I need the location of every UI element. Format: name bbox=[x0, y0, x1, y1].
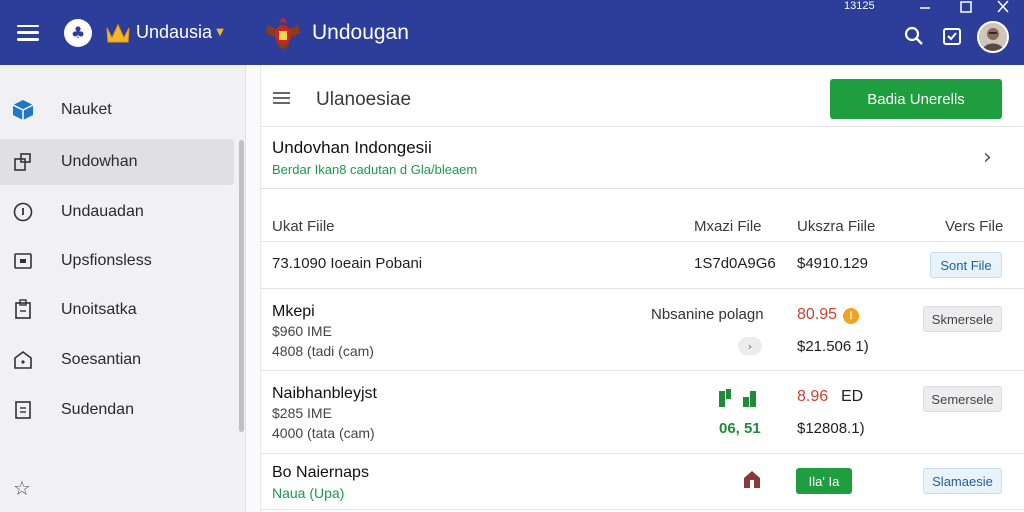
primary-action-button[interactable]: Badia Unerells bbox=[830, 79, 1002, 119]
row-unit: ED bbox=[841, 388, 864, 405]
building-icon bbox=[744, 471, 760, 488]
row-total: $12808.1) bbox=[797, 420, 865, 437]
card-header: Ulanoesiae Badia Unerells bbox=[261, 65, 1024, 127]
table-row[interactable]: 73.1090 Ioeain Pobani 1S7d0A9G6 $4910.12… bbox=[261, 243, 1024, 289]
user-avatar[interactable] bbox=[977, 21, 1009, 53]
sidebar-item-upsfionsless[interactable]: Upsfionsless bbox=[0, 238, 234, 284]
row-col2: Nbsanine polagn bbox=[651, 306, 764, 323]
banner-subtitle: Berdar Ikan8 cadutan d Gla/bleaem bbox=[272, 162, 478, 177]
row-name: Mkepi bbox=[272, 303, 315, 320]
sidebar-item-label: Undauadan bbox=[61, 203, 144, 220]
column-header[interactable]: Vers File bbox=[945, 218, 1003, 235]
inbox-icon[interactable] bbox=[941, 25, 963, 47]
app-name[interactable]: Undausia bbox=[136, 22, 212, 43]
content-card: Ulanoesiae Badia Unerells Undovhan Indon… bbox=[260, 65, 1024, 512]
row-action-button[interactable]: Sont File bbox=[930, 252, 1002, 278]
screen-icon bbox=[11, 249, 35, 273]
table-row[interactable]: Naibhanbleyjst $285 IME 4000 (tata (cam)… bbox=[261, 371, 1024, 454]
app-switcher-caret-icon[interactable]: ▼ bbox=[216, 27, 224, 38]
row-action-button[interactable]: Slamaesie bbox=[923, 468, 1002, 494]
sidebar-item-undauadan[interactable]: Undauadan bbox=[0, 189, 234, 235]
sidebar-item-unoitsatka[interactable]: Unoitsatka bbox=[0, 287, 234, 333]
row-price-sub: $285 IME bbox=[272, 405, 332, 421]
app-brand-area: ♣ Undausia ▼ bbox=[0, 0, 246, 65]
table-row[interactable]: Mkepi $960 IME 4808 (tadi (cam) Nbsanine… bbox=[261, 289, 1024, 371]
maximize-icon[interactable] bbox=[958, 0, 974, 14]
device-icon bbox=[11, 298, 35, 322]
sidebar-item-sudendan[interactable]: Sudendan bbox=[0, 387, 234, 433]
sidebar-item-label: Unoitsatka bbox=[61, 301, 137, 318]
chart-bars-icon bbox=[719, 389, 756, 407]
status-badge: Ila' Ia bbox=[796, 468, 852, 494]
table-row[interactable]: Bo Naiernaps Naua (Upa) Ila' Ia Slamaesi… bbox=[261, 454, 1024, 510]
row-name: 73.1090 Ioeain Pobani bbox=[272, 255, 423, 272]
banner-title: Undovhan Indongesii bbox=[272, 138, 432, 157]
sidebar-item-undowhan[interactable]: Undowhan bbox=[0, 139, 234, 185]
expand-chevron-icon[interactable]: › bbox=[738, 337, 762, 355]
sidebar-item-label: Undowhan bbox=[61, 153, 138, 170]
top-app-bar: ♣ Undausia ▼ Undougan 13125 bbox=[0, 0, 1024, 65]
row-price: $4910.129 bbox=[797, 255, 868, 272]
warning-icon: ! bbox=[843, 308, 859, 324]
row-action-button[interactable]: Semersele bbox=[923, 386, 1002, 412]
row-detail: 4808 (tadi (cam) bbox=[272, 343, 374, 359]
row-price: 8.96 bbox=[797, 388, 829, 405]
sidebar-item-soesantian[interactable]: Soesantian bbox=[0, 337, 234, 383]
row-detail: Naua (Upa) bbox=[272, 485, 345, 501]
row-price: 80.95 bbox=[797, 306, 838, 323]
page-title: Undougan bbox=[312, 20, 409, 44]
star-icon[interactable]: ☆ bbox=[13, 476, 31, 500]
section-title: Ulanoesiae bbox=[316, 89, 412, 110]
table-header: Ukat Fiile Mxazi File Ukszra Fiile Vers … bbox=[261, 210, 1024, 242]
column-header[interactable]: Ukat Fiile bbox=[272, 218, 335, 235]
row-col2: 1S7d0A9G6 bbox=[694, 255, 776, 272]
search-icon[interactable] bbox=[903, 25, 925, 47]
close-icon[interactable] bbox=[995, 0, 1011, 14]
row-detail: 4000 (tata (cam) bbox=[272, 425, 375, 441]
row-action-button[interactable]: Skmersele bbox=[923, 306, 1002, 332]
row-total: $21.506 1) bbox=[797, 338, 869, 355]
clock-readout: 13125 bbox=[844, 0, 875, 12]
banner-link[interactable]: Undovhan Indongesii Berdar Ikan8 cadutan… bbox=[261, 127, 1024, 189]
sidebar-item-label: Upsfionsless bbox=[61, 252, 152, 269]
house-icon bbox=[11, 348, 35, 372]
minimize-icon[interactable] bbox=[917, 0, 933, 14]
club-icon[interactable]: ♣ bbox=[64, 18, 92, 47]
column-header[interactable]: Mxazi File bbox=[694, 218, 762, 235]
row-col2: 06, 51 bbox=[719, 420, 761, 437]
row-name: Naibhanbleyjst bbox=[272, 385, 377, 402]
main-content: Ulanoesiae Badia Unerells Undovhan Indon… bbox=[246, 65, 1024, 512]
sidebar-item-label: Nauket bbox=[61, 101, 112, 118]
list-menu-icon[interactable] bbox=[273, 92, 290, 104]
list-icon bbox=[11, 398, 35, 422]
crown-logo-icon bbox=[106, 23, 130, 42]
hamburger-menu-icon[interactable] bbox=[17, 24, 39, 41]
cube-icon bbox=[11, 98, 35, 122]
sidebar-item-nauket[interactable]: Nauket bbox=[0, 87, 234, 133]
sidebar-item-label: Sudendan bbox=[61, 401, 134, 418]
chevron-right-icon: › bbox=[983, 145, 992, 170]
info-icon bbox=[11, 200, 35, 224]
garuda-emblem-icon bbox=[266, 16, 300, 50]
row-price-sub: $960 IME bbox=[272, 323, 332, 339]
grid-icon bbox=[11, 150, 35, 174]
column-header[interactable]: Ukszra Fiile bbox=[797, 218, 875, 235]
sidebar-item-label: Soesantian bbox=[61, 351, 142, 368]
sidebar-nav: Nauket Undowhan Undauadan Upsfionsless U… bbox=[0, 65, 246, 512]
row-name: Bo Naiernaps bbox=[272, 464, 369, 481]
sidebar-scrollbar[interactable] bbox=[239, 140, 244, 432]
